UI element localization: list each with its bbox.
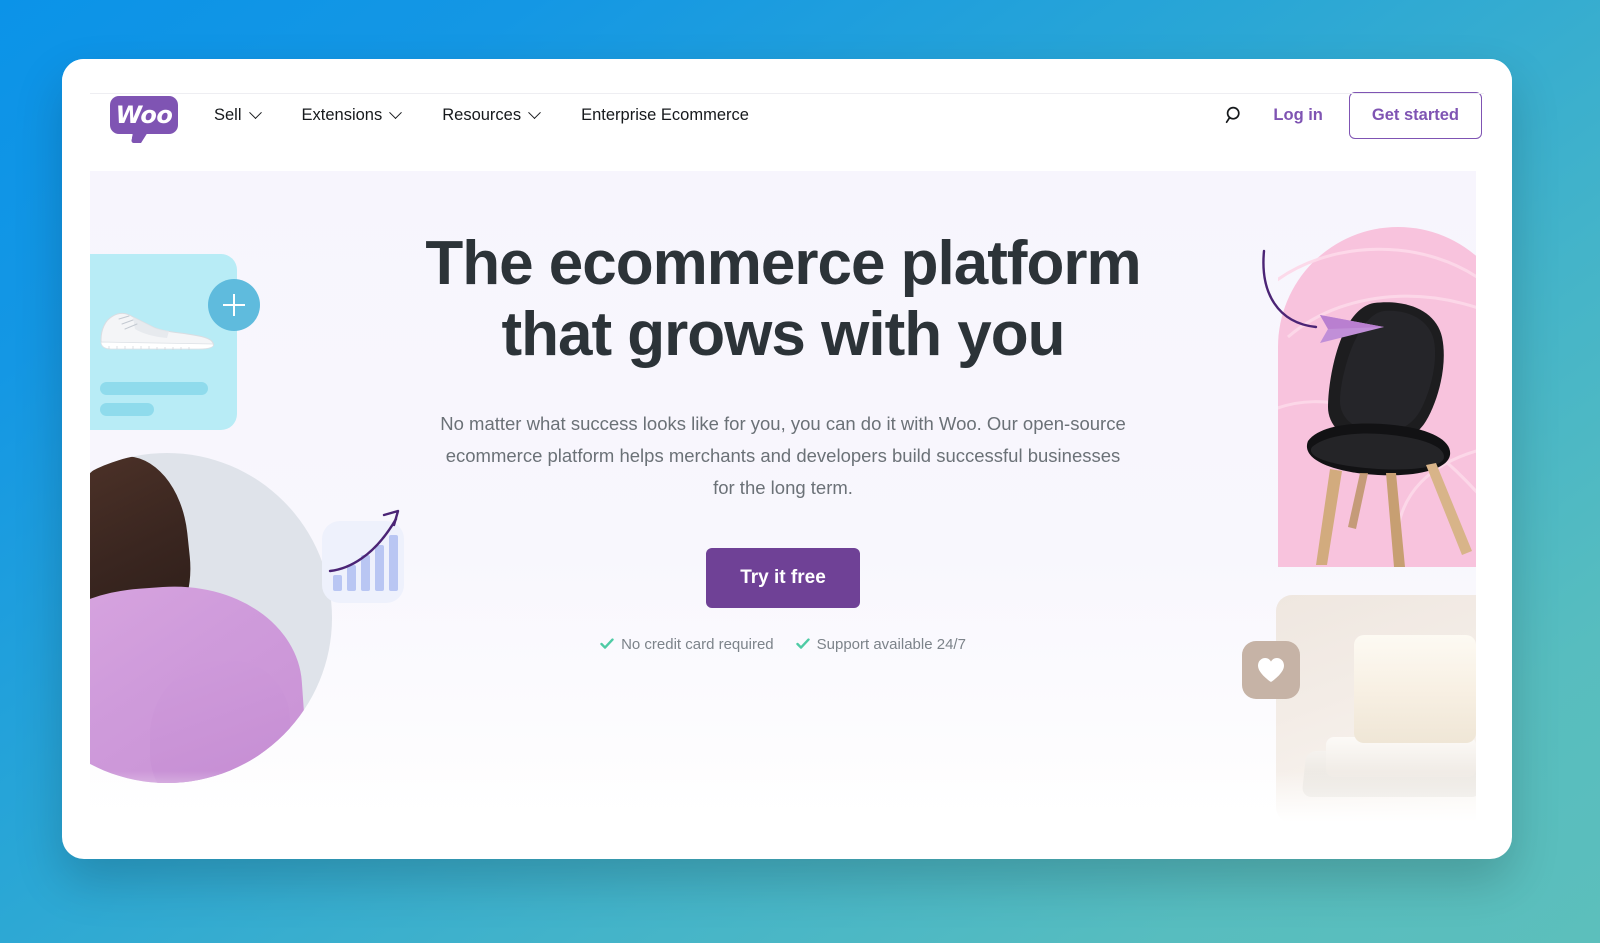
search-icon xyxy=(1226,106,1241,124)
chevron-down-icon xyxy=(389,105,403,119)
chevron-down-icon xyxy=(528,105,541,119)
trust-badge-label: No credit card required xyxy=(621,635,774,653)
get-started-button[interactable]: Get started xyxy=(1348,91,1482,139)
logo-speech-tail xyxy=(131,132,148,143)
nav-links: Sell Extensions Resources Enterprise Eco… xyxy=(214,105,757,124)
search-button[interactable] xyxy=(1217,98,1251,132)
hero-subheadline: No matter what success looks like for yo… xyxy=(440,413,1126,498)
trust-badge: No credit card required xyxy=(600,636,774,653)
nav-item-sell[interactable]: Sell xyxy=(214,105,294,124)
check-icon xyxy=(600,638,614,650)
login-link[interactable]: Log in xyxy=(1273,106,1322,125)
try-it-free-button[interactable]: Try it free xyxy=(706,547,860,608)
chevron-down-icon xyxy=(248,105,262,119)
browser-window: Woo Sell Extensions Resources Enterprise… xyxy=(62,59,1512,859)
nav-item-enterprise-ecommerce[interactable]: Enterprise Ecommerce xyxy=(581,107,749,124)
trust-badge: Support available 24/7 xyxy=(795,635,966,653)
nav-item-extensions[interactable]: Extensions xyxy=(301,105,435,124)
headline-line-2: that grows with you xyxy=(501,299,1065,369)
main-navigation: Woo Sell Extensions Resources Enterprise… xyxy=(62,59,1512,171)
hero-section: The ecommerce platform that grows with y… xyxy=(90,171,1476,831)
heart-icon xyxy=(1258,658,1284,682)
check-icon xyxy=(795,638,810,650)
woo-logo[interactable]: Woo xyxy=(110,96,178,143)
trust-badge-label: Support available 24/7 xyxy=(816,635,966,653)
woo-logo-text: Woo xyxy=(115,101,173,129)
nav-item-label: Resources xyxy=(442,105,522,124)
hero-trust-badges: No credit card required Support availabl… xyxy=(90,636,1476,653)
nav-item-resources[interactable]: Resources xyxy=(442,105,573,124)
nav-item-label: Enterprise Ecommerce xyxy=(581,105,749,124)
nav-item-label: Extensions xyxy=(301,105,383,124)
headline-line-1: The ecommerce platform xyxy=(425,229,1141,298)
hero-content: The ecommerce platform that grows with y… xyxy=(90,171,1476,653)
nav-actions: Log in Get started xyxy=(1217,91,1482,139)
nav-item-label: Sell xyxy=(214,105,242,124)
page-title: The ecommerce platform that grows with y… xyxy=(90,229,1476,370)
